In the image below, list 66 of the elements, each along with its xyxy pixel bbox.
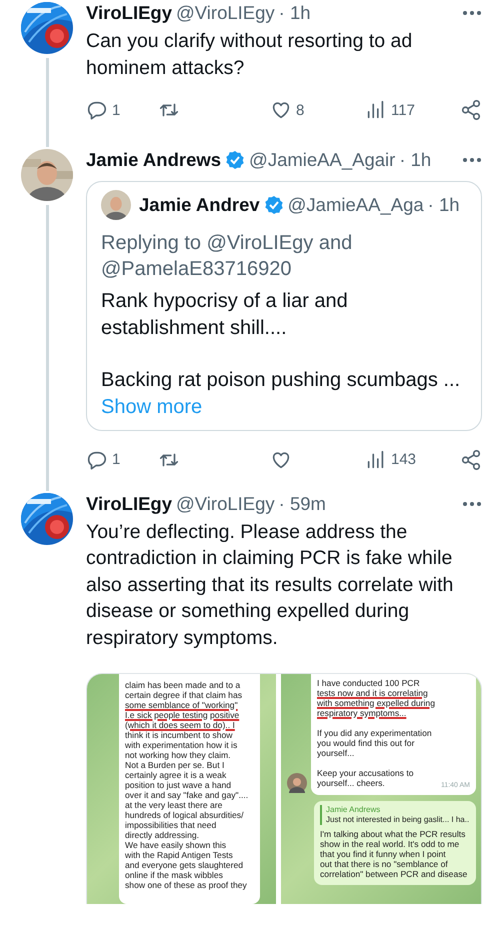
message-line: some semblance of "working" [125,700,238,710]
message-line: We have easily shown this [125,840,226,850]
user-handle[interactable]: @JamieAA_Agair [249,149,396,171]
message-line: Not a Burden per se. But I [125,760,224,770]
author-name[interactable]: Jamie Andrews [86,149,222,171]
message-line: with experimentation how it is [125,740,238,750]
message-line: think it is incumbent to show [125,730,232,740]
message-line: I have conducted 100 PCR [317,678,420,688]
message-line: yourself... cheers. [317,778,385,788]
message-line: at the very least there are [125,800,222,810]
author-name[interactable]: ViroLIEgy [86,492,172,514]
message-line: you would find this out for [317,738,414,748]
more-icon[interactable] [462,157,482,163]
message-line: If you did any experimentation [317,728,432,738]
message-line: online if the mask wibbles [125,870,223,880]
reply-count: 1 [112,102,120,118]
message-line: respiratory symptoms... [317,708,406,718]
message-line: correlation" between PCR and disease [320,869,468,879]
message-line: tests now and it is correlating [317,688,428,698]
user-handle[interactable]: @ViroLIEgy [176,492,275,514]
message-line: certain degree if that claim has [125,690,242,700]
message-line: impossibilities that need [125,820,216,830]
message-line: show in the real world. It's odd to me [320,839,460,849]
message-line: directly addressing. [125,830,200,840]
more-icon[interactable] [462,500,482,506]
message-line: claim has been made and to a [125,680,240,690]
reply-count: 1 [112,451,120,468]
message-line: position to just wave a hand [125,780,232,790]
message-line: not working how they claim. [125,750,231,760]
share-icon[interactable] [460,448,482,470]
author-name[interactable]: Jamie Andrev [139,194,260,216]
share-icon[interactable] [460,99,482,121]
post-time: · 1h [278,2,311,24]
message-line: certainly agree it is a weak [125,770,226,780]
message-line: show one of these as proof they [125,880,247,890]
post-text: You’re deflecting. Please address the contradiction in claiming PCR is fake while also asserting that its results correlate with disease or something expelled during respiratory symptoms. [86,520,454,650]
post-time: · 1h [428,194,460,216]
author-name[interactable]: ViroLIEgy [86,2,172,24]
message-line: with the Rapid Antigen Tests [125,850,233,860]
message-line: over it and say "fake and gay".... [125,790,248,800]
reply-icon[interactable] [86,99,108,121]
message-line: I.e sick people testing positive [125,710,240,720]
post-text: Backing rat poison pushing scumbags ... [101,368,462,393]
user-handle[interactable]: @JamieAA_Aga [288,194,424,216]
message-line: (which it does seem to do).. I [125,720,235,730]
post-time: · 1h [399,149,432,171]
quoted-author: Jamie Andrews [326,805,382,815]
message-line: hundreds of logical absurdities/ [125,810,244,820]
message-line: yourself... [317,748,354,758]
user-handle[interactable]: @ViroLIEgy [176,2,275,24]
message-line: with something expelled during [317,698,435,708]
like-count: 8 [296,102,304,118]
message-line: out that there is no "semblance of [320,859,448,869]
more-icon[interactable] [462,10,482,16]
message-line: Keep your accusations to [317,768,414,778]
post-time: · 59m [278,492,326,514]
message-line: and everyone gets slaughtered [125,860,244,870]
view-count: 143 [391,451,416,468]
message-line: that you find it funny when I point [320,849,446,859]
message-line: I'm talking about what the PCR results [320,829,466,839]
post-text: Can you clarify without resorting to ad hominem attacks? [86,29,414,80]
view-count: 117 [391,102,415,118]
post-text: Rank hypocrisy of a liar and establishment shill.... [101,289,349,340]
quoted-message: Just not interested in being gaslit... I ha.. [326,815,470,825]
replying-to-text: Replying to @ViroLIEgy and @PamelaE83716920 [101,231,354,282]
quoted-post[interactable]: Jamie Andrev @JamieAA_Aga · 1h Replying to @ViroLIEgy and @PamelaE83716920 Rank hypocrisy of a liar and establishment shill.... Backing rat poison pushing scumbags ... Show more [86,181,482,430]
